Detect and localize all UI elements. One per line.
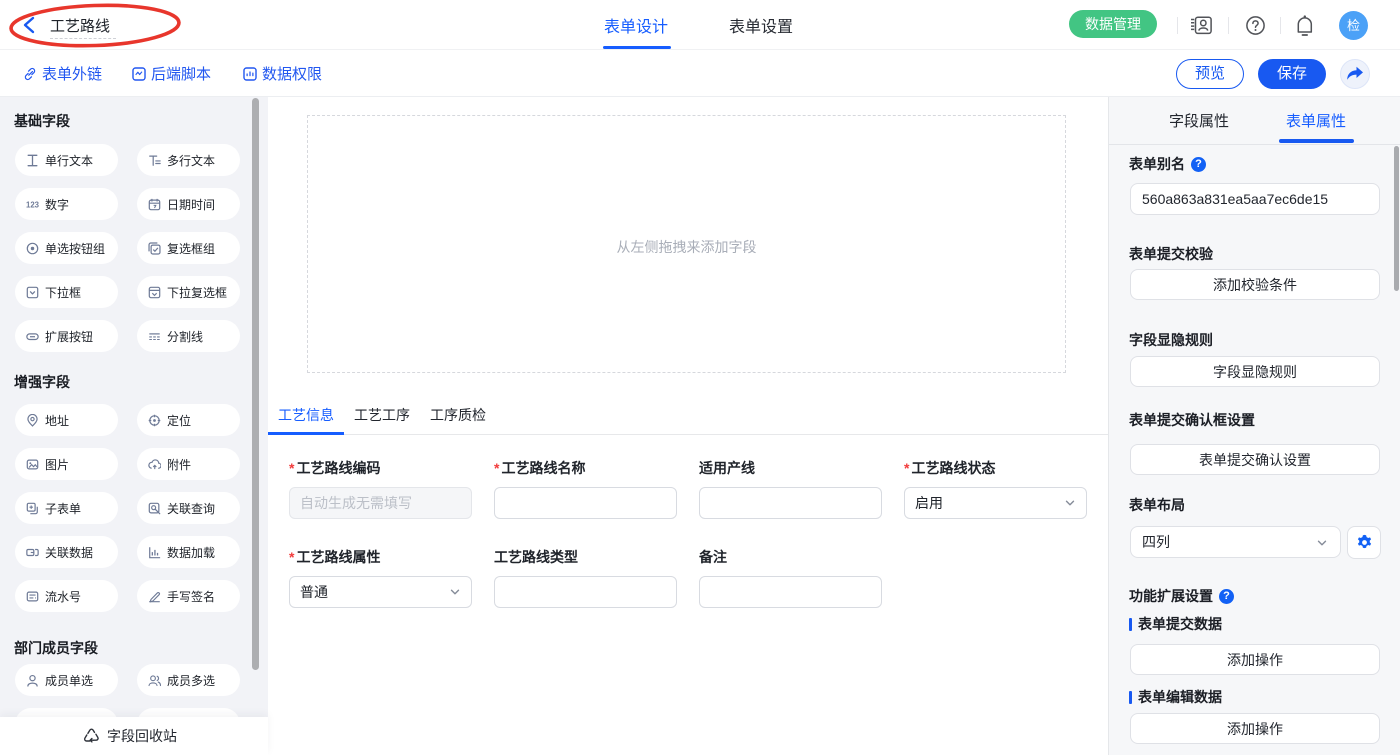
- svg-text:123: 123: [26, 200, 39, 209]
